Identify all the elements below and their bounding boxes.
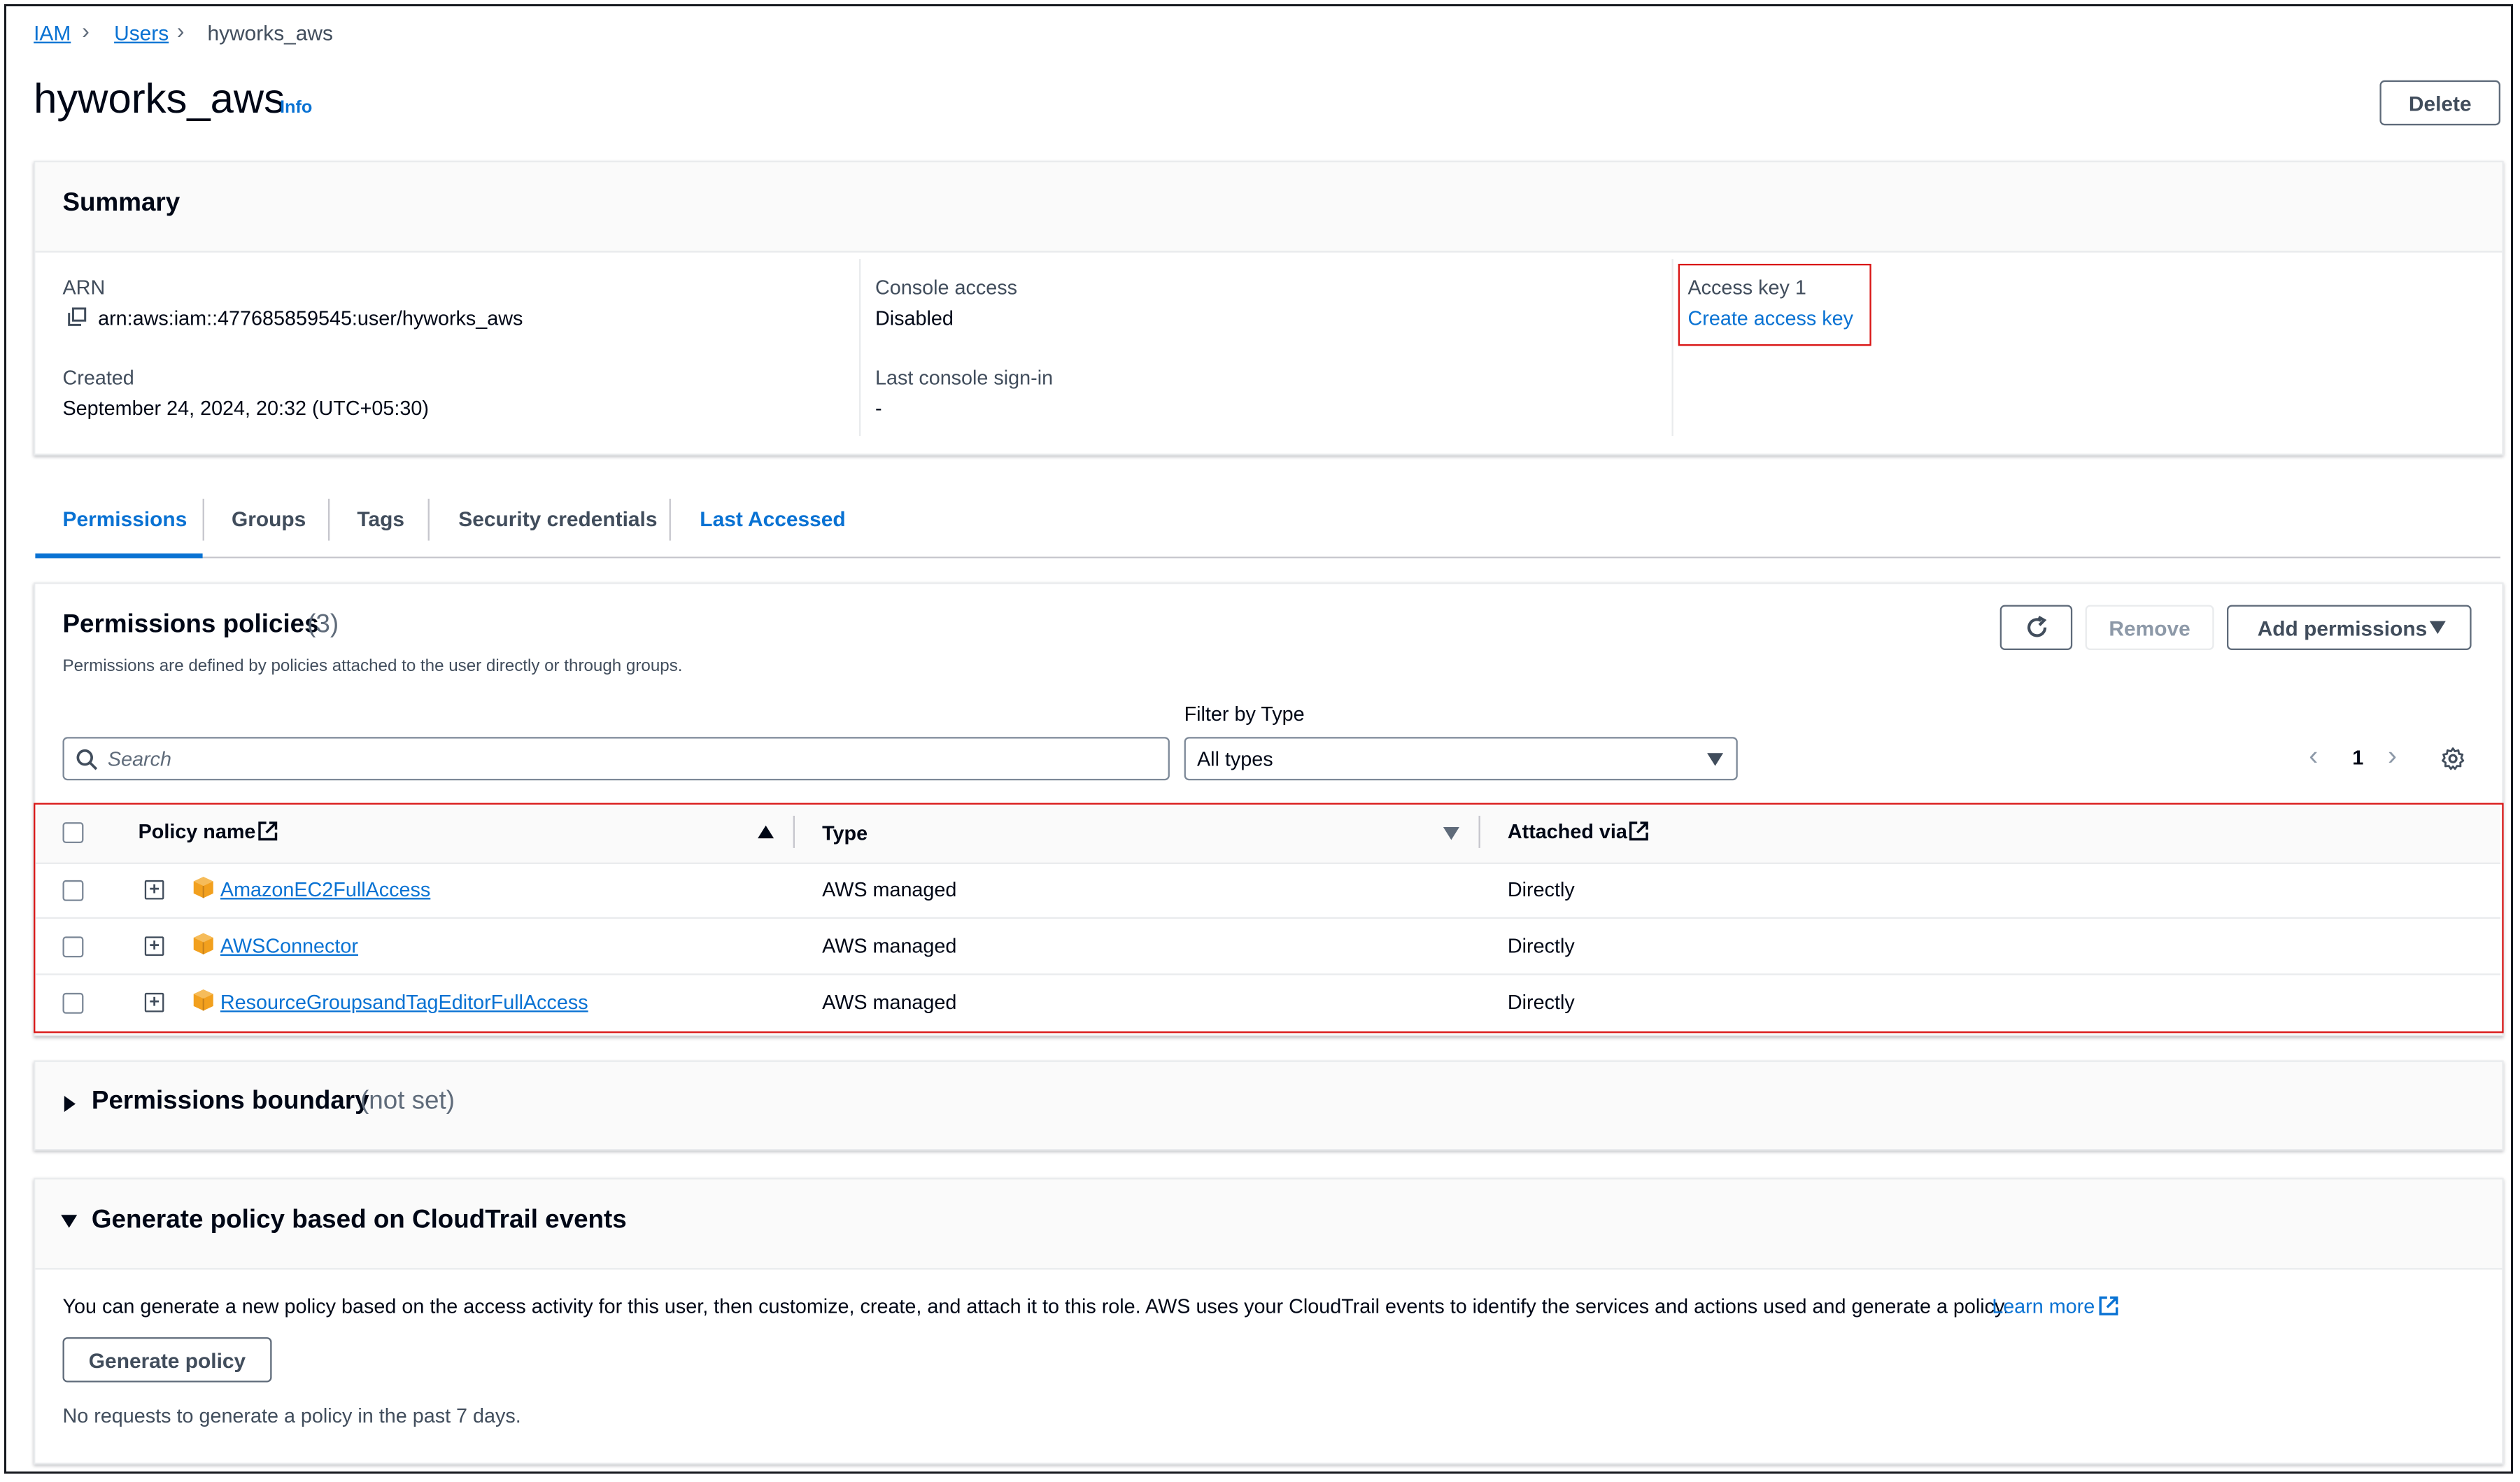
policy-link[interactable]: AWSConnector [220, 935, 358, 957]
row-checkbox[interactable] [62, 992, 84, 1014]
arn-value: arn:aws:iam::477685859545:user/hyworks_a… [98, 307, 523, 330]
tab-separator [427, 498, 430, 541]
created-value: September 24, 2024, 20:32 (UTC+05:30) [62, 397, 429, 421]
screenshot-frame: IAM › Users › hyworks_aws hyworks_aws In… [4, 4, 2513, 1474]
policy-type: AWS managed [822, 991, 957, 1014]
permissions-boundary-status: (not set) [360, 1087, 455, 1115]
caret-down-icon[interactable] [61, 1215, 78, 1228]
search-input[interactable]: Search [62, 737, 1170, 781]
add-permissions-button[interactable]: Add permissions [2227, 605, 2472, 650]
permissions-title: Permissions policies [62, 611, 319, 639]
policy-attached-via: Directly [1507, 878, 1575, 901]
policy-link[interactable]: AmazonEC2FullAccess [220, 879, 430, 901]
breadcrumb-users[interactable]: Users [114, 21, 169, 45]
expand-icon[interactable]: + [144, 936, 164, 956]
permissions-count: (3) [307, 611, 339, 639]
breadcrumb-iam[interactable]: IAM [34, 21, 71, 45]
tab-groups[interactable]: Groups [232, 507, 306, 531]
sort-ascending-icon[interactable] [758, 825, 774, 839]
tab-baseline [35, 556, 2501, 558]
breadcrumb-current: hyworks_aws [207, 20, 333, 45]
info-link[interactable]: Info [280, 98, 312, 118]
permissions-boundary-title[interactable]: Permissions boundary [92, 1088, 369, 1117]
caret-down-icon [2429, 621, 2446, 634]
cloudtrail-title[interactable]: Generate policy based on CloudTrail even… [92, 1207, 627, 1236]
filter-type-select[interactable]: All types [1184, 737, 1738, 781]
row-checkbox[interactable] [62, 880, 84, 901]
select-all-checkbox[interactable] [62, 822, 84, 843]
access-key-label: Access key 1 [1687, 276, 1806, 299]
package-icon [193, 877, 213, 898]
column-divider [1671, 259, 1673, 437]
tab-tags[interactable]: Tags [357, 507, 404, 531]
caret-right-icon[interactable] [64, 1096, 76, 1113]
tab-separator [328, 498, 330, 541]
table-header [36, 806, 2501, 863]
console-access-value: Disabled [875, 307, 954, 330]
arn-label: ARN [62, 276, 106, 299]
create-access-key-link[interactable]: Create access key [1688, 307, 1854, 330]
external-link-icon [258, 821, 278, 841]
search-placeholder: Search [107, 748, 172, 771]
policy-attached-via: Directly [1507, 991, 1575, 1014]
generate-policy-button[interactable]: Generate policy [62, 1337, 272, 1383]
policy-type: AWS managed [822, 878, 957, 901]
last-signin-label: Last console sign-in [875, 367, 1054, 390]
search-icon [76, 749, 98, 770]
cloudtrail-note: No requests to generate a policy in the … [62, 1404, 521, 1427]
copy-icon[interactable] [67, 307, 87, 327]
cloudtrail-description: You can generate a new policy based on t… [62, 1295, 2009, 1318]
add-permissions-label: Add permissions [2257, 615, 2428, 640]
tab-separator [669, 498, 671, 541]
next-page-icon[interactable]: › [2388, 740, 2397, 772]
refresh-icon [2026, 616, 2046, 637]
delete-button[interactable]: Delete [2379, 80, 2500, 126]
expand-icon[interactable]: + [144, 992, 164, 1012]
summary-title: Summary [62, 190, 180, 218]
row-divider [35, 862, 2501, 864]
external-link-icon[interactable] [2098, 1295, 2119, 1316]
previous-page-icon[interactable]: ‹ [2309, 740, 2318, 772]
column-attached-via[interactable]: Attached via [1508, 821, 1627, 843]
page-number[interactable]: 1 [2352, 747, 2363, 769]
column-type[interactable]: Type [822, 822, 868, 845]
tab-permissions[interactable]: Permissions [63, 507, 187, 531]
summary-header: Summary [35, 162, 2503, 253]
created-label: Created [62, 367, 134, 390]
external-link-icon [1629, 821, 1648, 841]
breadcrumb-separator-icon: › [176, 17, 185, 43]
policy-attached-via: Directly [1507, 935, 1575, 958]
sort-descending-icon[interactable] [1443, 827, 1459, 840]
caret-down-icon [1707, 753, 1724, 766]
row-divider [35, 973, 2501, 975]
tab-last-accessed[interactable]: Last Accessed [700, 507, 845, 531]
breadcrumb-separator-icon: › [82, 17, 90, 43]
page-title: hyworks_aws [34, 73, 285, 122]
row-checkbox[interactable] [62, 936, 84, 958]
iam-user-page: IAM › Users › hyworks_aws hyworks_aws In… [6, 6, 2520, 1482]
permissions-description: Permissions are defined by policies atta… [62, 656, 683, 676]
row-divider [35, 917, 2501, 919]
package-icon [193, 989, 213, 1011]
gear-icon[interactable] [2441, 747, 2465, 771]
remove-button[interactable]: Remove [2085, 605, 2214, 650]
tab-security-credentials[interactable]: Security credentials [458, 507, 657, 531]
learn-more-link[interactable]: Learn more [1992, 1295, 2095, 1318]
console-access-label: Console access [875, 276, 1017, 299]
filter-type-value: All types [1197, 748, 1273, 771]
last-signin-value: - [875, 397, 882, 421]
refresh-button[interactable] [1999, 605, 2073, 650]
column-resizer[interactable] [1478, 815, 1480, 848]
package-icon [193, 933, 213, 954]
column-policy-name[interactable]: Policy name [139, 821, 256, 843]
policy-link[interactable]: ResourceGroupsandTagEditorFullAccess [220, 991, 588, 1014]
policy-type: AWS managed [822, 935, 957, 958]
column-resizer[interactable] [793, 815, 795, 848]
filter-by-type-label: Filter by Type [1184, 703, 1305, 726]
tab-separator [202, 498, 204, 541]
active-tab-indicator [35, 553, 203, 558]
expand-icon[interactable]: + [144, 880, 164, 900]
column-divider [859, 259, 861, 437]
